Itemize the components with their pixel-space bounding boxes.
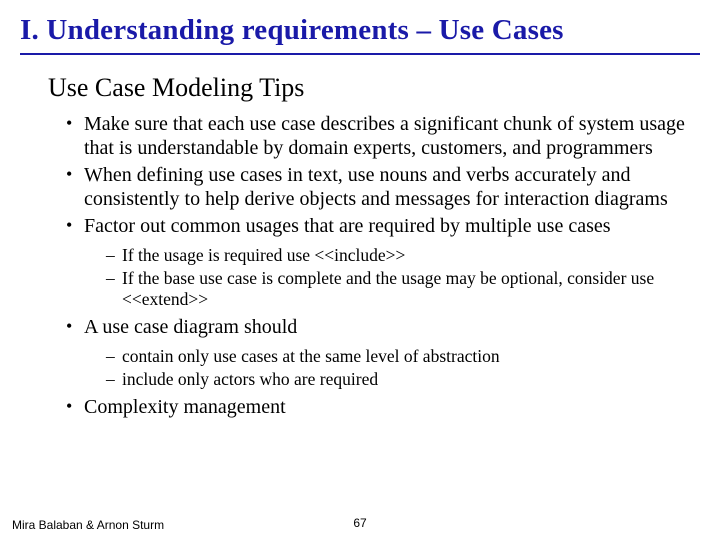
footer-page-number: 67: [353, 516, 366, 530]
bullet-item: A use case diagram should contain only u…: [66, 316, 690, 390]
sub-bullet-list: contain only use cases at the same level…: [84, 346, 690, 390]
sub-bullet-list: If the usage is required use <<include>>…: [84, 245, 690, 310]
sub-bullet-item: contain only use cases at the same level…: [106, 346, 690, 367]
slide: I. Understanding requirements – Use Case…: [0, 0, 720, 419]
sub-bullet-item: If the base use case is complete and the…: [106, 268, 690, 310]
bullet-item: When defining use cases in text, use nou…: [66, 164, 690, 211]
bullet-item: Factor out common usages that are requir…: [66, 215, 690, 310]
sub-bullet-item: include only actors who are required: [106, 369, 690, 390]
bullet-item: Make sure that each use case describes a…: [66, 113, 690, 160]
section-heading: Use Case Modeling Tips: [48, 73, 690, 103]
bullet-list: Make sure that each use case describes a…: [48, 113, 690, 419]
bullet-text: A use case diagram should: [84, 316, 297, 338]
bullet-item: Complexity management: [66, 396, 690, 420]
slide-title: I. Understanding requirements – Use Case…: [20, 14, 700, 47]
title-underline: [20, 53, 700, 55]
footer-authors: Mira Balaban & Arnon Sturm: [12, 518, 164, 532]
bullet-text: Factor out common usages that are requir…: [84, 215, 611, 237]
sub-bullet-item: If the usage is required use <<include>>: [106, 245, 690, 266]
slide-content: Use Case Modeling Tips Make sure that ea…: [20, 73, 700, 419]
